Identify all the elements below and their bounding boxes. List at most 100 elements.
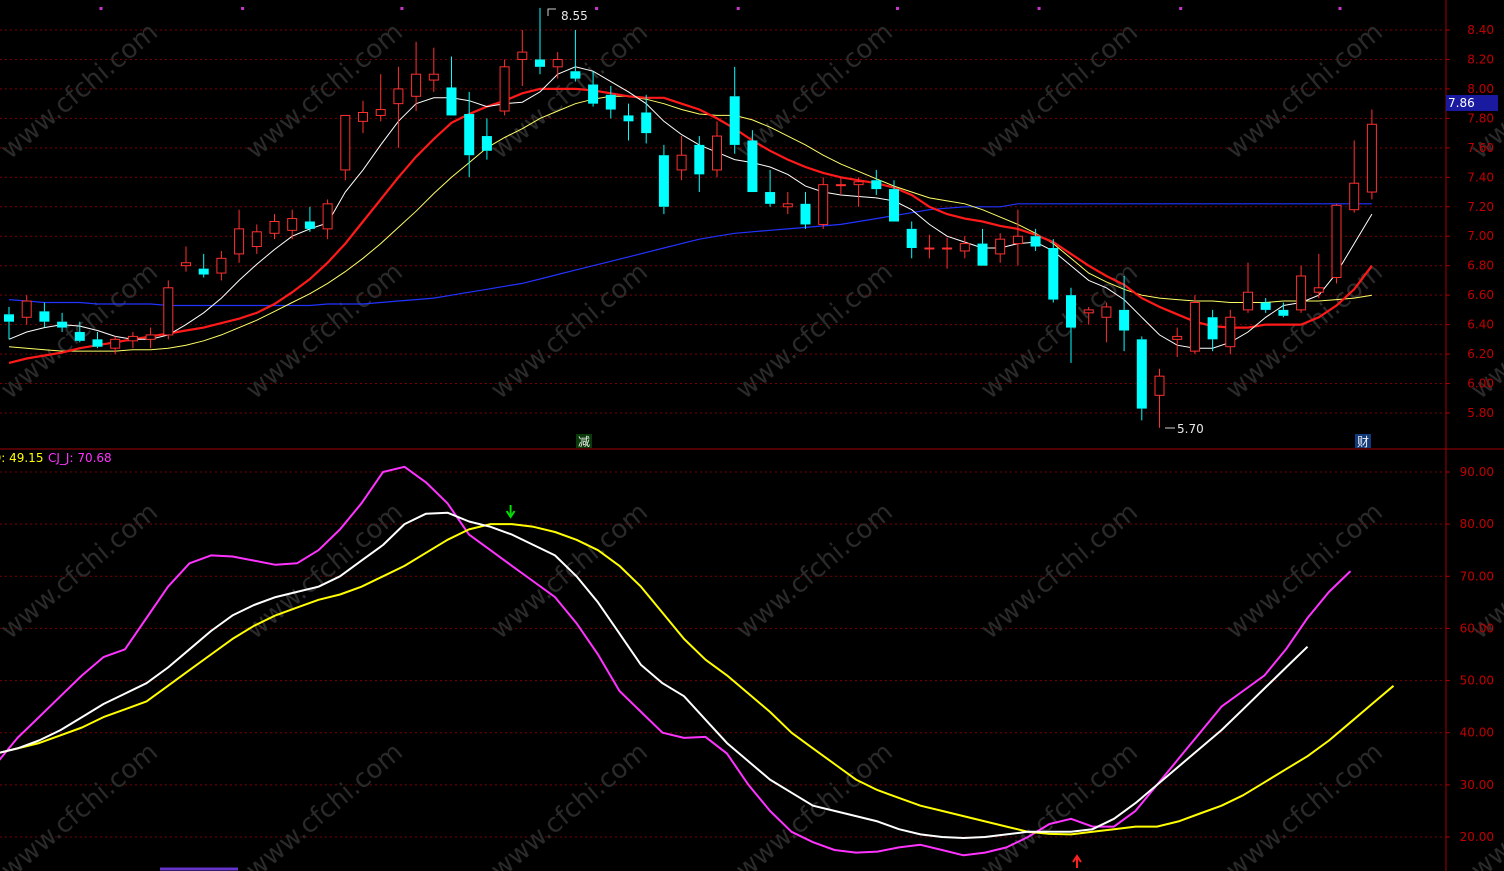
price-axis-tick: 5.80 xyxy=(1467,406,1494,420)
candle-body xyxy=(889,189,899,222)
top-marker-dot xyxy=(99,7,103,10)
candle-body xyxy=(287,218,298,231)
candle-body xyxy=(1012,235,1023,245)
indicator-axis-tick: 80.00 xyxy=(1460,517,1494,531)
candle-body xyxy=(393,88,404,105)
candle-body xyxy=(127,335,138,342)
candle-body xyxy=(198,268,209,275)
candle[interactable] xyxy=(1048,239,1059,303)
candle-body xyxy=(4,314,14,322)
candle-body xyxy=(1296,275,1307,311)
candle-body xyxy=(1172,335,1183,340)
candle-body xyxy=(782,203,793,208)
candle-body xyxy=(1278,309,1289,316)
candle-body xyxy=(1136,339,1147,409)
indicator-legend: D: 49.15 CJ_J: 70.68 xyxy=(0,451,112,465)
candle-body xyxy=(570,71,581,79)
candle-body xyxy=(110,338,121,349)
candle-body xyxy=(977,243,988,266)
legend-cj-j: CJ_J: 70.68 xyxy=(48,451,112,465)
candle-body xyxy=(535,59,545,67)
candle-body xyxy=(39,311,50,322)
price-axis-tick: 8.40 xyxy=(1467,23,1494,37)
indicator-axis-tick: 30.00 xyxy=(1460,778,1494,792)
candle-body xyxy=(145,334,156,340)
candle-body xyxy=(906,228,917,249)
indicator-axis-tick: 40.00 xyxy=(1460,726,1494,740)
price-axis-tick: 6.20 xyxy=(1467,347,1494,361)
top-marker-dot xyxy=(1179,7,1183,10)
top-marker-dot xyxy=(1338,7,1342,10)
candle-body xyxy=(1349,182,1360,211)
candle-body xyxy=(92,339,103,347)
price-axis-tick: 7.40 xyxy=(1467,170,1494,184)
event-label-cai[interactable]: 财 xyxy=(1355,434,1371,449)
candle-body xyxy=(1154,375,1165,396)
candle-body xyxy=(694,144,705,175)
candle-body xyxy=(712,135,722,171)
candle-body xyxy=(181,262,191,267)
candle-body xyxy=(676,154,687,171)
candle-body xyxy=(1260,302,1271,310)
candle-body xyxy=(871,180,882,190)
candle[interactable] xyxy=(1331,203,1342,284)
candle-body xyxy=(995,238,1006,255)
top-marker-dot xyxy=(595,7,599,10)
candle-body xyxy=(499,66,510,112)
last-price-tag[interactable]: 7.86 xyxy=(1446,95,1498,111)
candle-body xyxy=(216,257,227,274)
price-axis-tick: 6.60 xyxy=(1467,288,1494,302)
candle-body xyxy=(428,73,439,81)
candle-body xyxy=(835,184,846,187)
candle-body xyxy=(375,109,386,116)
price-axis-tick: 7.80 xyxy=(1467,111,1494,125)
candle-body xyxy=(1225,316,1236,348)
candle-body xyxy=(853,181,864,186)
price-axis-tick: 7.20 xyxy=(1467,200,1494,214)
top-marker-dot xyxy=(1037,7,1041,10)
candle-body xyxy=(729,96,740,145)
candle-body xyxy=(747,140,758,193)
candle-body xyxy=(1101,306,1112,318)
candle-body xyxy=(163,287,174,336)
candle[interactable] xyxy=(163,280,174,340)
candle[interactable] xyxy=(499,59,510,116)
candle-body xyxy=(1243,291,1253,311)
candle[interactable] xyxy=(658,144,669,215)
stock-chart: www.cfchi.com www.cfchi.com www.cfchi.com w… xyxy=(0,0,1504,871)
candle[interactable] xyxy=(1136,336,1147,421)
candle-body xyxy=(1048,248,1059,300)
price-axis-tick: 7.00 xyxy=(1467,229,1494,243)
top-marker-dot xyxy=(736,7,740,10)
candle-body xyxy=(605,94,616,110)
candle-body xyxy=(251,231,262,248)
event-label-cai-text: 财 xyxy=(1357,435,1369,449)
candle-body xyxy=(1207,317,1218,340)
candle-body xyxy=(942,247,953,250)
candle-body xyxy=(481,136,492,151)
candle-body xyxy=(1189,302,1200,352)
indicator-axis-tick: 20.00 xyxy=(1460,830,1494,844)
candle-body xyxy=(800,203,811,225)
candle-body xyxy=(517,51,528,60)
candle-body xyxy=(588,84,599,104)
event-label-jian-text: 减 xyxy=(578,435,590,449)
price-axis-tick: 7.60 xyxy=(1467,141,1494,155)
candle-body xyxy=(658,155,669,207)
candle-body xyxy=(358,111,368,122)
price-axis-tick: 6.40 xyxy=(1467,318,1494,332)
candle-body xyxy=(818,184,829,225)
candle-body xyxy=(1119,309,1130,331)
top-marker-dot xyxy=(896,7,899,10)
candle-body xyxy=(1331,204,1342,278)
candle-body xyxy=(411,73,422,97)
price-axis-tick: 6.00 xyxy=(1467,377,1494,391)
candle[interactable] xyxy=(818,177,829,229)
candle-body xyxy=(1083,309,1094,314)
candle-body xyxy=(464,113,475,156)
event-label-jian[interactable]: 减 xyxy=(576,434,592,449)
candle-body xyxy=(765,192,776,204)
candle[interactable] xyxy=(1189,295,1200,355)
top-marker-dot xyxy=(400,7,404,10)
indicator-axis-tick: 70.00 xyxy=(1460,569,1494,583)
